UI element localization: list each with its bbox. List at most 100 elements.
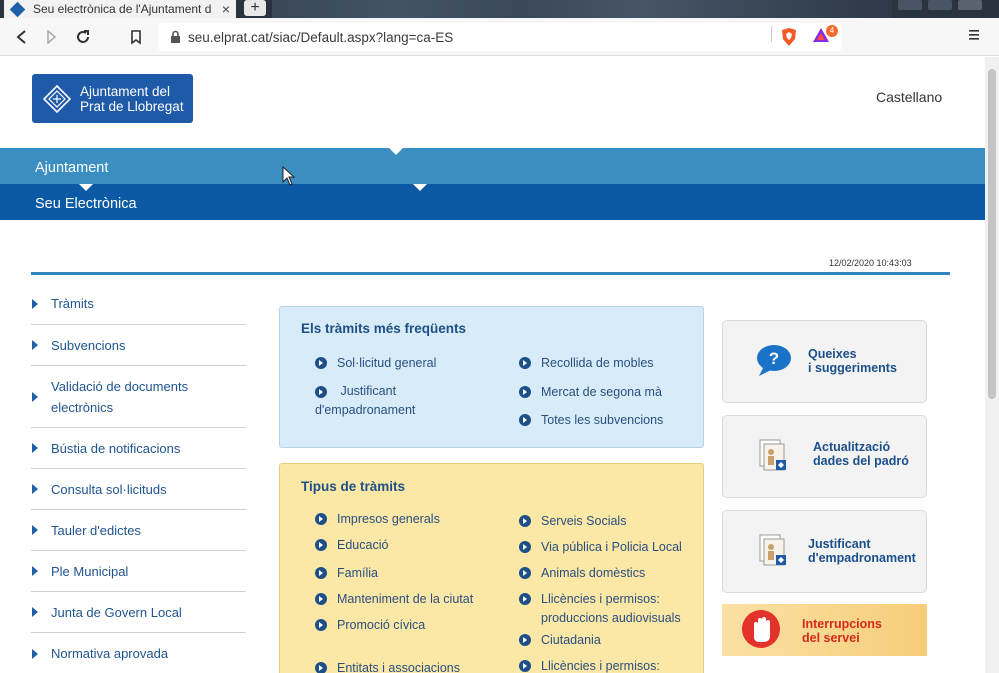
bookmark-icon bbox=[131, 29, 141, 45]
link-item[interactable]: Via pública i Policia Local bbox=[519, 538, 682, 557]
padro-line-1: Actualització bbox=[813, 440, 891, 454]
site-logo[interactable]: Ajuntament del Prat de Llobregat bbox=[32, 74, 193, 123]
scrollbar-thumb[interactable] bbox=[988, 69, 996, 399]
primary-nav-label[interactable]: Ajuntament bbox=[35, 160, 108, 176]
sidebar-item-ple[interactable]: Ple Municipal bbox=[31, 551, 246, 592]
tab-strip: Seu electrònica de l'Ajuntament d × + bbox=[0, 0, 999, 18]
link-item[interactable]: Entitats i associacions bbox=[315, 659, 460, 673]
sidebar-item-normativa[interactable]: Normativa aprovada bbox=[31, 633, 246, 673]
reload-icon bbox=[77, 30, 89, 43]
sidebar-item-label: Bústia de notificacions bbox=[51, 440, 181, 456]
sidebar-item-tramits[interactable]: Tràmits bbox=[31, 283, 246, 325]
web-page: Ajuntament del Prat de Llobregat Castell… bbox=[0, 57, 985, 673]
link-item[interactable]: Ciutadania bbox=[519, 631, 601, 650]
link-item[interactable]: Sol·licitud general bbox=[315, 354, 436, 373]
link-item[interactable]: Família bbox=[315, 564, 378, 583]
svg-text:?: ? bbox=[769, 349, 779, 368]
chevron-right-icon bbox=[32, 298, 38, 309]
alert-line-2: del servei bbox=[802, 631, 860, 645]
back-button[interactable] bbox=[10, 26, 32, 48]
link-item[interactable]: Llicències i permisos: produccions audio… bbox=[519, 590, 699, 628]
chevron-right-icon bbox=[32, 525, 38, 535]
link-item[interactable]: Justificant d'empadronament bbox=[315, 382, 475, 420]
link-label: Llicències i permisos: bbox=[541, 659, 660, 673]
browser-tab[interactable]: Seu electrònica de l'Ajuntament d × bbox=[4, 0, 236, 18]
secondary-nav-band[interactable] bbox=[0, 184, 985, 220]
window-close-button[interactable] bbox=[958, 0, 982, 10]
link-label: Serveis Socials bbox=[541, 514, 627, 528]
toolbar-separator bbox=[771, 26, 772, 42]
question-bubble-icon: ? bbox=[757, 345, 791, 376]
arrow-bullet-icon bbox=[519, 357, 531, 369]
complaints-card[interactable]: ? Queixes i suggeriments bbox=[722, 320, 927, 403]
arrow-bullet-icon bbox=[519, 515, 531, 527]
complaints-line-1: Queixes bbox=[808, 347, 857, 361]
link-label: Recollida de mobles bbox=[541, 356, 654, 370]
link-item[interactable]: Llicències i permisos: bbox=[519, 657, 660, 673]
link-label: Entitats i associacions bbox=[337, 661, 460, 673]
service-interruptions-text: Interrupcions del servei bbox=[802, 617, 882, 645]
link-label: Impresos generals bbox=[337, 512, 440, 526]
link-item[interactable]: Promoció cívica bbox=[315, 616, 425, 635]
window-minimize-button[interactable] bbox=[898, 0, 922, 10]
new-tab-button[interactable]: + bbox=[244, 0, 266, 16]
link-text: Justificant d'empadronament bbox=[315, 384, 416, 417]
link-item[interactable]: Impresos generals bbox=[315, 510, 440, 529]
tab-close-icon[interactable]: × bbox=[222, 2, 230, 16]
stop-hand-icon bbox=[742, 610, 780, 648]
secondary-nav-label[interactable]: Seu Electrònica bbox=[35, 196, 137, 212]
service-interruptions-banner[interactable]: Interrupcions del servei bbox=[722, 604, 927, 656]
forward-arrow-icon bbox=[47, 30, 57, 44]
arrow-bullet-icon bbox=[315, 619, 327, 631]
link-item[interactable]: Serveis Socials bbox=[519, 512, 626, 531]
arrow-bullet-icon bbox=[519, 660, 531, 672]
complaints-card-text: Queixes i suggeriments bbox=[808, 347, 897, 375]
back-arrow-icon bbox=[16, 30, 26, 44]
complaints-line-2: i suggeriments bbox=[808, 361, 897, 375]
chevron-right-icon bbox=[32, 566, 38, 576]
link-item[interactable]: Totes les subvencions bbox=[519, 411, 663, 430]
window-maximize-button[interactable] bbox=[928, 0, 952, 10]
link-item[interactable]: Mercat de segona mà bbox=[519, 383, 662, 402]
address-bar[interactable]: seu.elprat.cat/siac/Default.aspx?lang=ca… bbox=[158, 23, 842, 51]
sidebar-item-subvencions[interactable]: Subvencions bbox=[31, 325, 246, 366]
site-favicon-icon bbox=[9, 1, 26, 17]
sidebar-item-validacio[interactable]: Validació de documents electrònics bbox=[31, 366, 246, 428]
sidebar-item-label: Ple Municipal bbox=[51, 563, 129, 579]
arrow-bullet-icon bbox=[315, 593, 327, 605]
sidebar-item-tauler[interactable]: Tauler d'edictes bbox=[31, 510, 246, 551]
link-label: Ciutadania bbox=[541, 633, 601, 647]
band-notch bbox=[413, 184, 427, 191]
page-scrollbar[interactable] bbox=[985, 57, 999, 673]
justificant-card[interactable]: Justificant d'empadronament bbox=[722, 510, 927, 593]
padro-update-card[interactable]: Actualització dades del padró bbox=[722, 415, 927, 498]
chevron-right-icon bbox=[32, 484, 38, 494]
link-item[interactable]: Animals domèstics bbox=[519, 564, 645, 583]
document-person-icon bbox=[759, 439, 786, 471]
band-notch bbox=[79, 184, 93, 191]
procedure-types-box: Tipus de tràmits Impresos generals Educa… bbox=[279, 463, 704, 673]
bookmark-button[interactable] bbox=[125, 26, 147, 48]
link-label: Sol·licitud general bbox=[337, 356, 437, 370]
brave-shield-icon[interactable] bbox=[780, 27, 798, 47]
primary-nav-band[interactable] bbox=[0, 148, 985, 184]
tab-strip-background bbox=[272, 0, 892, 18]
link-item[interactable]: Recollida de mobles bbox=[519, 354, 654, 373]
language-link[interactable]: Castellano bbox=[876, 89, 942, 105]
arrow-bullet-icon bbox=[519, 541, 531, 553]
procedure-types-title: Tipus de tràmits bbox=[301, 479, 406, 494]
link-label: Llicències i permisos: produccions audio… bbox=[541, 592, 681, 625]
sidebar-item-consulta[interactable]: Consulta sol·licituds bbox=[31, 469, 246, 510]
mouse-cursor-icon bbox=[282, 166, 296, 186]
tab-title: Seu electrònica de l'Ajuntament d bbox=[33, 2, 212, 16]
menu-icon[interactable] bbox=[968, 29, 980, 41]
lock-icon bbox=[171, 30, 180, 43]
browser-toolbar: seu.elprat.cat/siac/Default.aspx?lang=ca… bbox=[0, 18, 999, 56]
reload-button[interactable] bbox=[72, 26, 94, 48]
forward-button[interactable] bbox=[41, 26, 63, 48]
sidebar-item-label: Junta de Govern Local bbox=[51, 604, 182, 620]
sidebar-item-junta[interactable]: Junta de Govern Local bbox=[31, 592, 246, 633]
link-item[interactable]: Manteniment de la ciutat bbox=[315, 590, 473, 609]
link-item[interactable]: Educació bbox=[315, 536, 388, 555]
sidebar-item-bustia[interactable]: Bústia de notificacions bbox=[31, 428, 246, 469]
